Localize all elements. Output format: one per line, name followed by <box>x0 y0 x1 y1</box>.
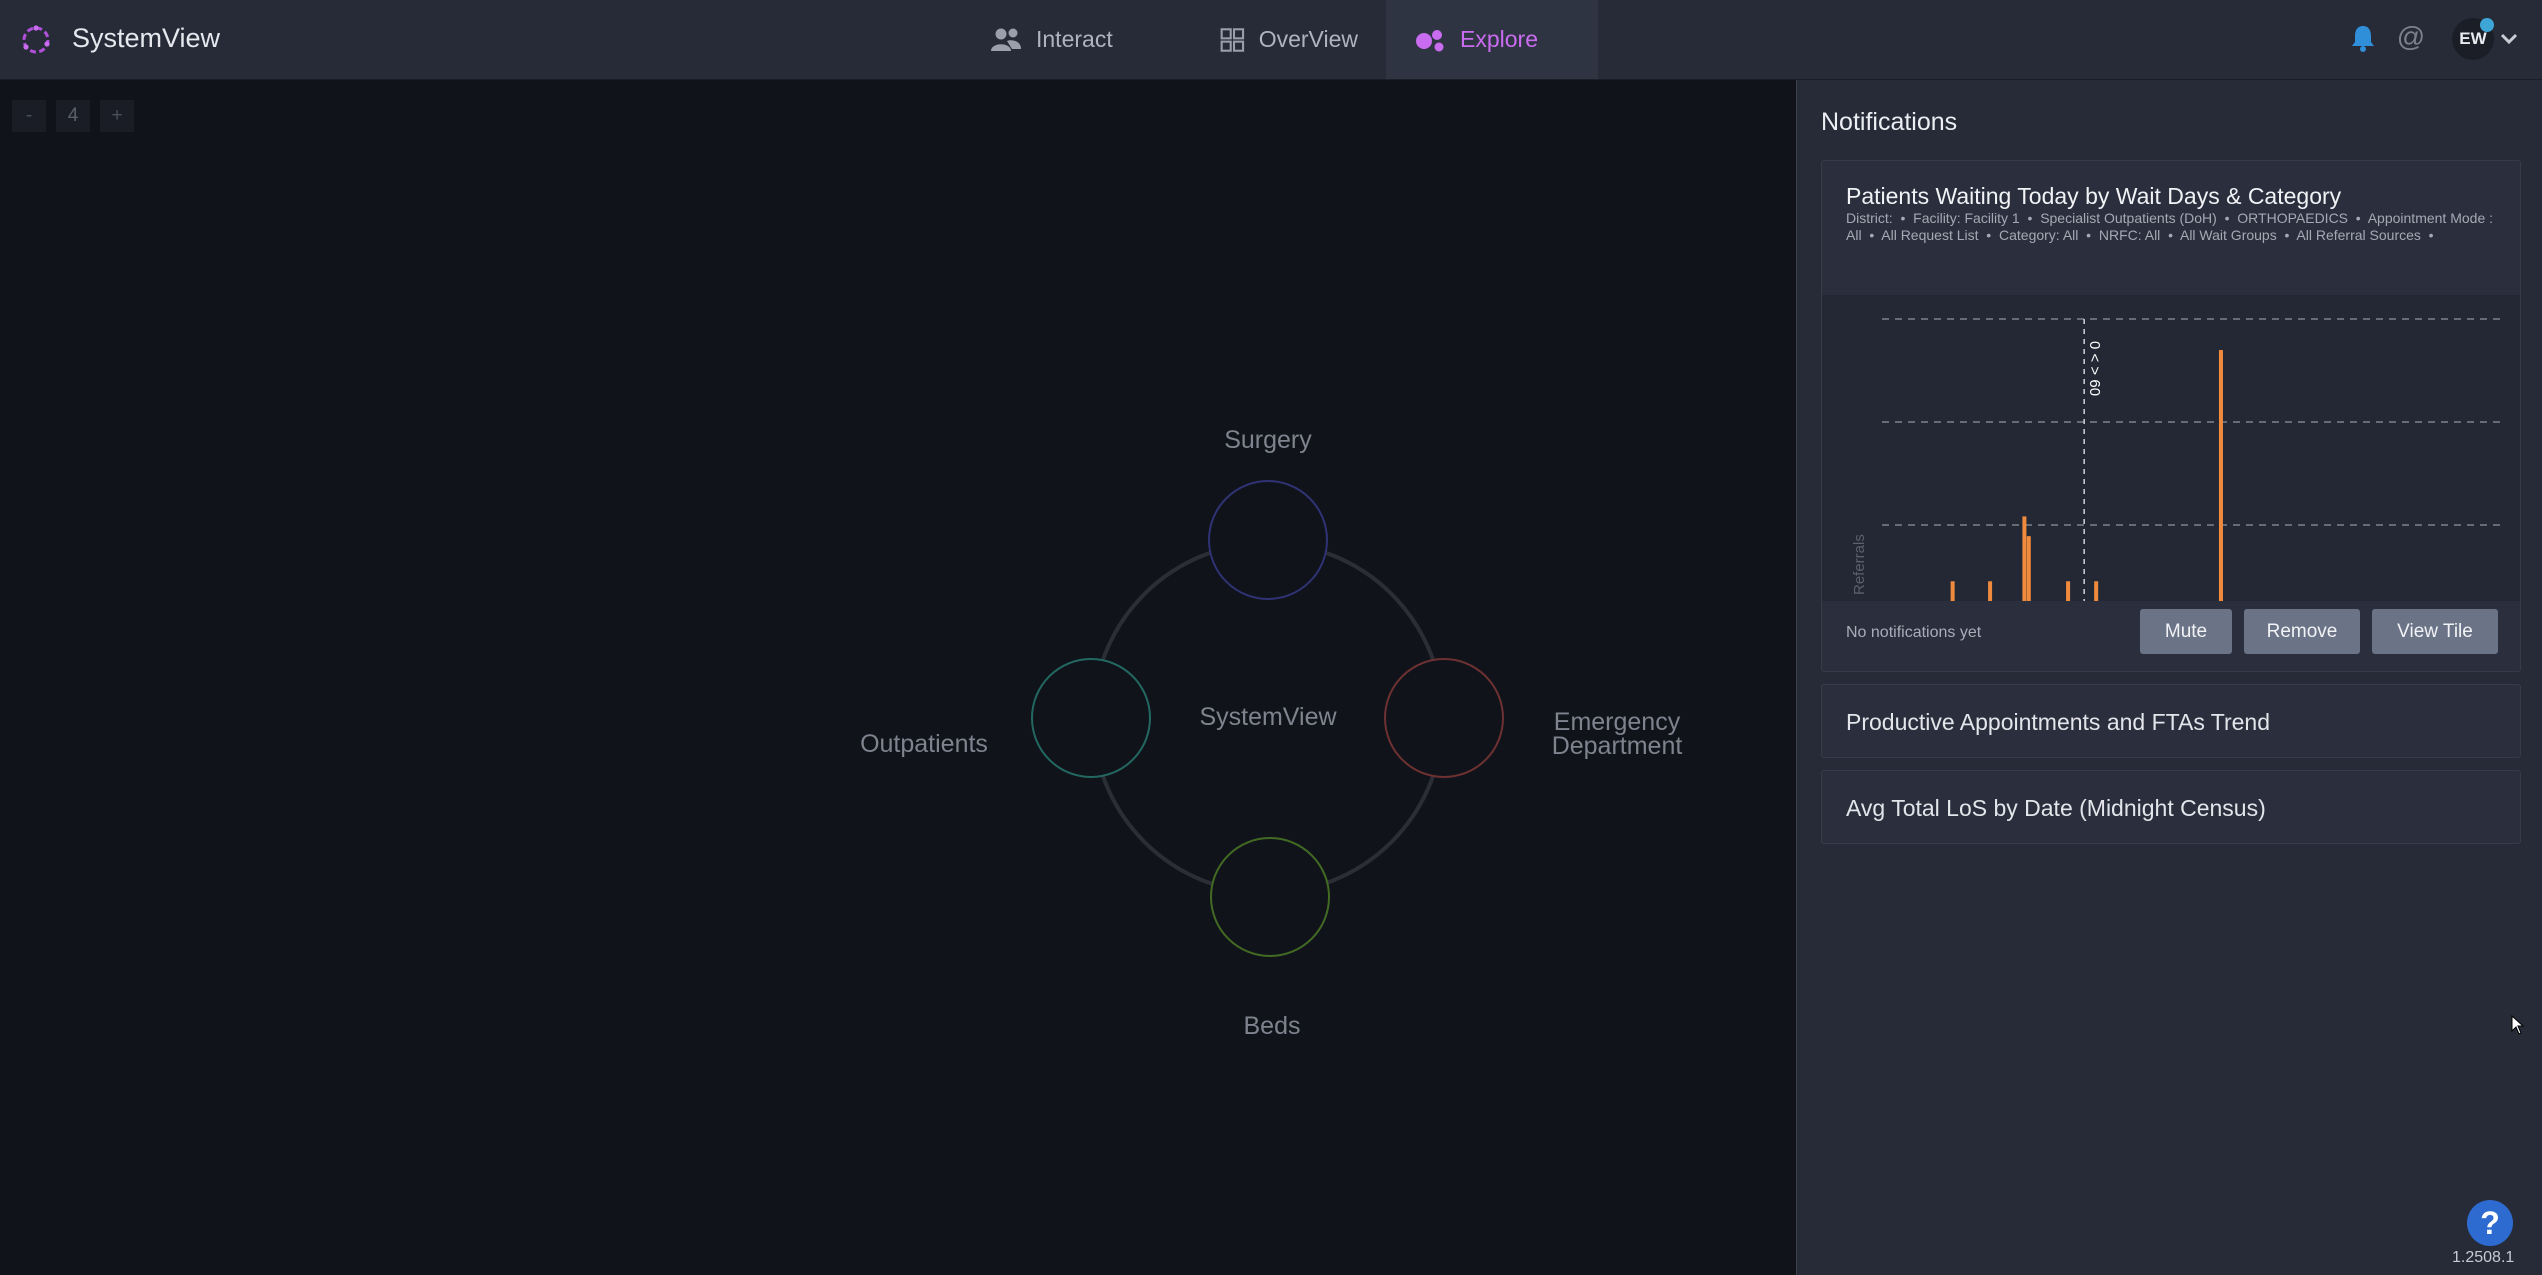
card-title: Productive Appointments and FTAs Trend <box>1846 709 2271 735</box>
label-beds: Beds <box>1243 1012 1301 1040</box>
chart-bar <box>2094 581 2099 601</box>
remove-button[interactable]: Remove <box>2244 609 2360 654</box>
filter-item: Specialist Outpatients (DoH) <box>2040 210 2217 226</box>
chart-bar <box>2022 516 2027 601</box>
chart-bar <box>2218 350 2223 601</box>
label-surgery: Surgery <box>1224 426 1312 454</box>
chart-bar <box>2066 581 2071 601</box>
notification-card-collapsed[interactable]: Productive Appointments and FTAs Trend <box>1821 684 2521 758</box>
card-title: Avg Total LoS by Date (Midnight Census) <box>1846 795 2266 821</box>
filter-item: All Wait Groups <box>2179 227 2277 243</box>
chart-y-axis-label: Referrals <box>1851 534 1868 595</box>
label-emergency-line1: Emergency <box>1553 708 1681 736</box>
systemview-logo-icon[interactable] <box>16 20 56 60</box>
card-filters: District: • Facility: Facility 1 • Speci… <box>1846 210 2494 243</box>
chart-svg: Referrals 0 < > 60 <box>1851 318 2506 601</box>
mouse-cursor-icon <box>2511 1015 2525 1035</box>
chart-bar <box>1950 581 1955 601</box>
tab-overview-label: OverView <box>1258 26 1358 52</box>
label-emergency-line2: Department <box>1551 732 1683 760</box>
label-center: SystemView <box>1199 703 1337 731</box>
chevron-down-icon[interactable] <box>2498 28 2520 50</box>
node-outpatients[interactable] <box>1031 658 1151 778</box>
node-beds[interactable] <box>1210 837 1330 957</box>
top-bar: SystemView Interact OverView Explore @ E… <box>0 0 2542 80</box>
filter-item: Category: All <box>1999 227 2079 243</box>
notifications-panel: Notifications Patients Waiting Today by … <box>1796 80 2542 1275</box>
filter-item: Facility: Facility 1 <box>1913 210 2020 226</box>
bell-icon[interactable] <box>2347 22 2379 54</box>
status-dot <box>2480 18 2494 32</box>
node-surgery[interactable] <box>1208 480 1328 600</box>
version-label: 1.2508.1 <box>2452 1249 2515 1266</box>
tab-interact-label: Interact <box>1036 26 1113 52</box>
filter-item: NRFC: All <box>2098 227 2161 243</box>
tab-explore[interactable]: Explore <box>1386 0 1598 79</box>
wait-days-chart: Referrals 0 < > 60 <box>1822 295 2520 601</box>
help-button[interactable]: ? <box>2467 1200 2513 1246</box>
people-icon <box>991 28 1021 51</box>
explore-diagram: Surgery Outpatients SystemView Emergency… <box>0 80 1796 1275</box>
mentions-icon[interactable]: @ <box>2395 22 2427 54</box>
explore-icon <box>1416 29 1444 51</box>
filter-item: All Referral Sources <box>2296 227 2421 243</box>
mute-button[interactable]: Mute <box>2140 609 2232 654</box>
chart-bar <box>2026 536 2031 601</box>
grid-icon <box>1220 27 1245 52</box>
filter-item: All Request List <box>1881 227 1979 243</box>
filter-item: ORTHOPAEDICS <box>2237 210 2349 226</box>
diagram-canvas <box>1031 480 1504 957</box>
chart-threshold-label: 0 < > 60 <box>2086 341 2103 396</box>
notification-status-text: No notifications yet <box>1846 624 1982 641</box>
tab-interact[interactable]: Interact <box>962 0 1192 79</box>
tab-overview[interactable]: OverView <box>1192 0 1386 79</box>
view-tile-button[interactable]: View Tile <box>2372 609 2498 654</box>
panel-title: Notifications <box>1821 108 1958 136</box>
label-emergency: Emergency Department <box>1517 708 1717 760</box>
node-emergency[interactable] <box>1384 658 1504 778</box>
filter-item: District: <box>1846 210 1893 226</box>
card-title: Patients Waiting Today by Wait Days & Ca… <box>1846 183 2342 209</box>
notification-card-collapsed[interactable]: Avg Total LoS by Date (Midnight Census) <box>1821 770 2521 844</box>
label-outpatients: Outpatients <box>860 730 988 758</box>
notification-card: Patients Waiting Today by Wait Days & Ca… <box>1821 160 2521 672</box>
chart-bar <box>1988 581 1993 601</box>
tab-explore-label: Explore <box>1460 26 1538 52</box>
app-title: SystemView <box>72 23 221 53</box>
